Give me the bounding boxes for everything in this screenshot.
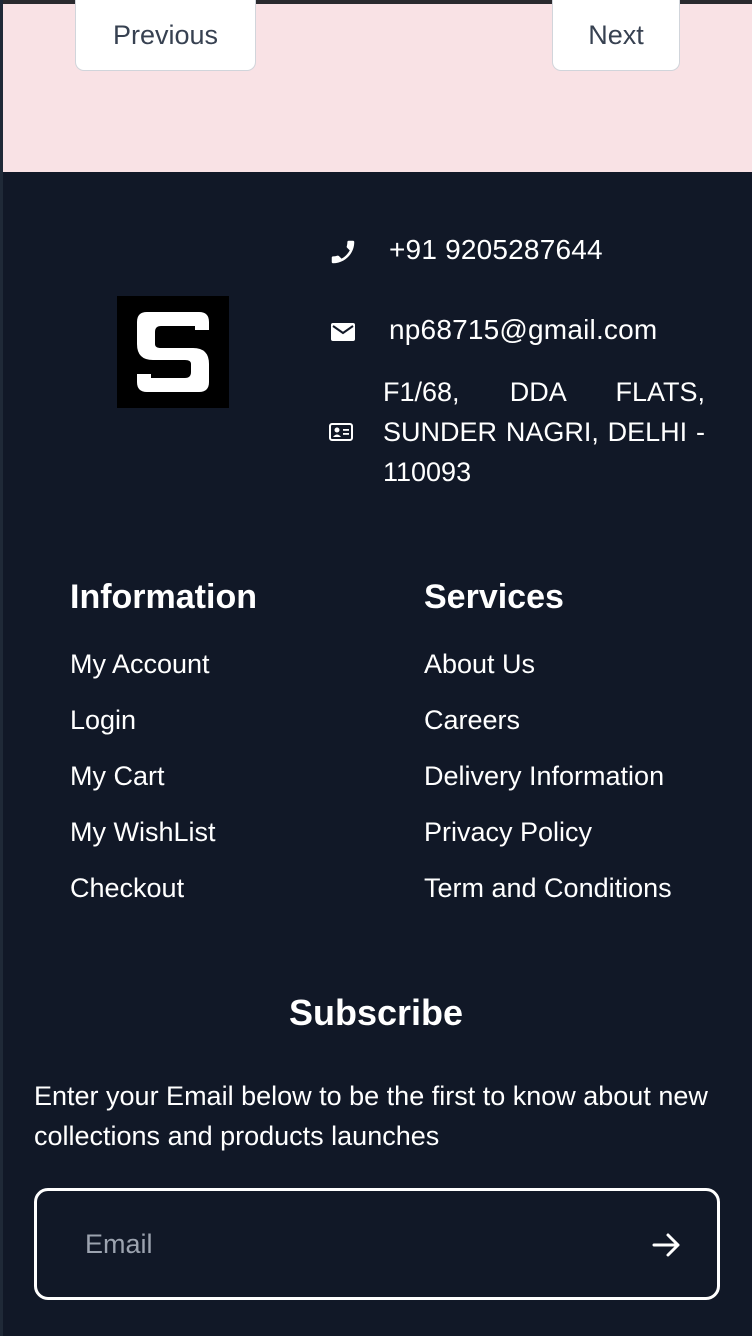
- subscribe-form: [34, 1188, 720, 1300]
- id-card-icon: [326, 417, 356, 447]
- information-title: Information: [70, 578, 257, 616]
- phone-number[interactable]: +91 9205287644: [389, 234, 603, 266]
- information-link-my-account[interactable]: My Account: [70, 636, 216, 692]
- services-link-delivery-information[interactable]: Delivery Information: [424, 748, 672, 804]
- envelope-icon: [328, 317, 358, 347]
- pagination-area: Previous Next: [3, 0, 752, 172]
- arrow-right-icon[interactable]: [651, 1229, 683, 1261]
- information-link-checkout[interactable]: Checkout: [70, 860, 216, 916]
- footer: +91 9205287644 np68715@gmail.com F1/68, …: [0, 172, 752, 1336]
- services-link-about-us[interactable]: About Us: [424, 636, 672, 692]
- phone-icon: [328, 237, 358, 267]
- next-button[interactable]: Next: [552, 0, 680, 71]
- s-logo-icon[interactable]: [117, 296, 229, 408]
- previous-button[interactable]: Previous: [75, 0, 256, 71]
- email-address[interactable]: np68715@gmail.com: [389, 314, 657, 346]
- services-link-careers[interactable]: Careers: [424, 692, 672, 748]
- subscribe-title: Subscribe: [288, 992, 464, 1033]
- services-link-terms[interactable]: Term and Conditions: [424, 860, 672, 916]
- page: Previous Next +91 9205287644 np68715@gma…: [0, 0, 752, 1336]
- information-link-login[interactable]: Login: [70, 692, 216, 748]
- services-link-privacy-policy[interactable]: Privacy Policy: [424, 804, 672, 860]
- information-link-my-cart[interactable]: My Cart: [70, 748, 216, 804]
- left-border: [0, 0, 3, 1336]
- information-link-my-wishlist[interactable]: My WishList: [70, 804, 216, 860]
- services-title: Services: [424, 578, 564, 616]
- information-list: My Account Login My Cart My WishList Che…: [70, 636, 216, 916]
- address: F1/68, DDA FLATS, SUNDER NAGRI, DELHI - …: [383, 377, 705, 487]
- services-list: About Us Careers Delivery Information Pr…: [424, 636, 672, 916]
- subscribe-description: Enter your Email below to be the first t…: [34, 1081, 708, 1151]
- logo-mark: [137, 312, 209, 392]
- email-input[interactable]: [85, 1213, 605, 1275]
